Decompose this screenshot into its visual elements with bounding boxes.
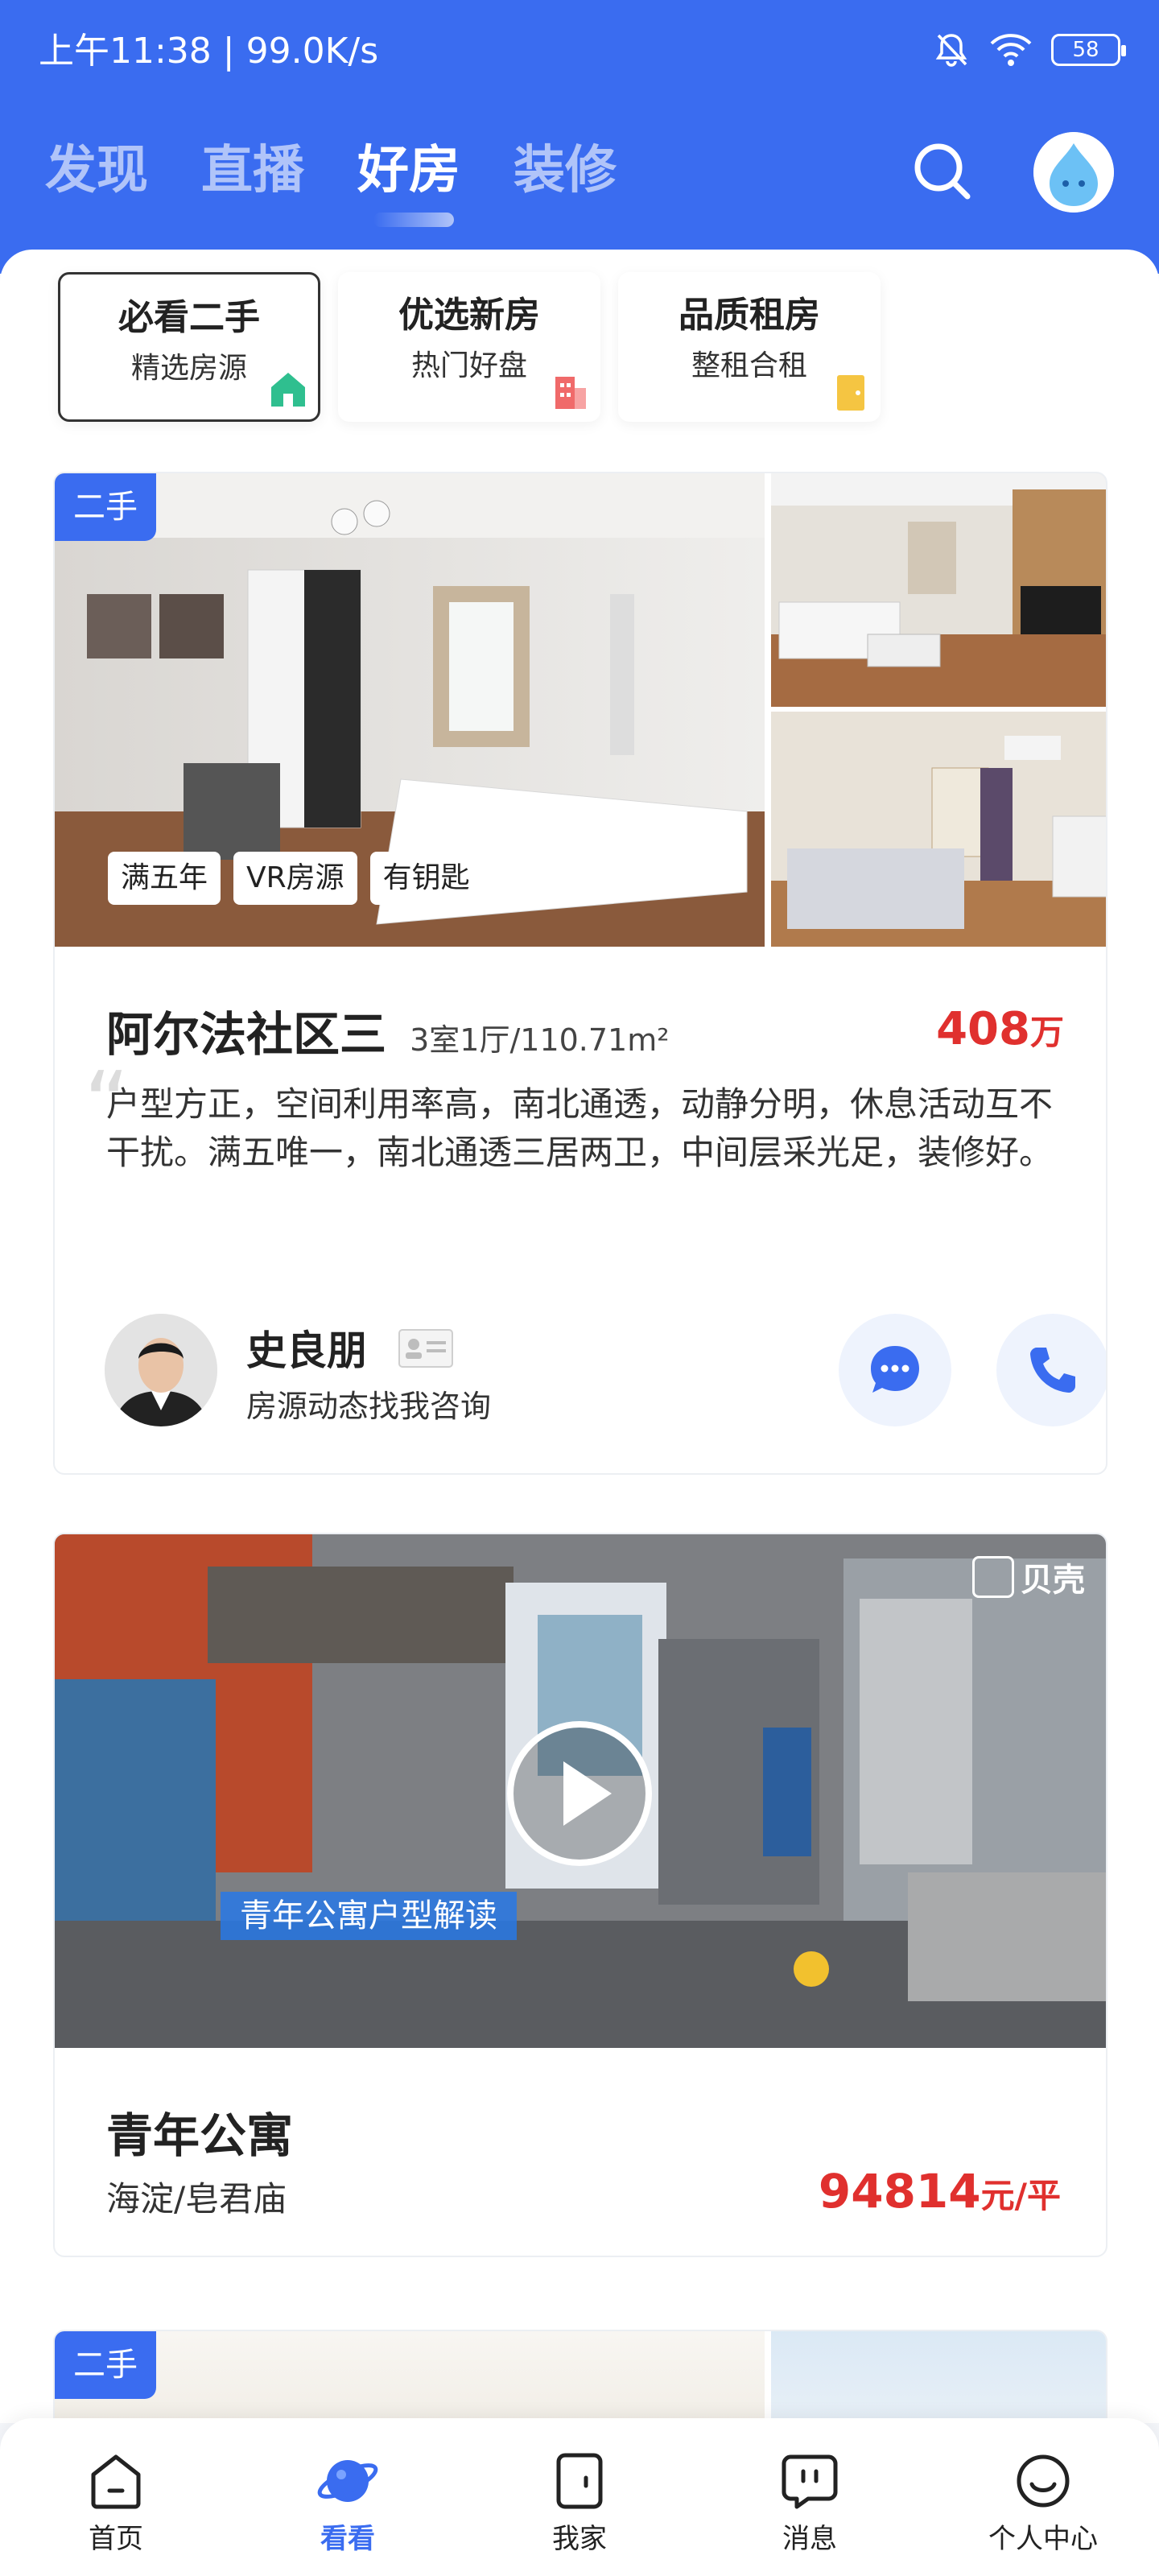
listing-tag: 有钥匙 xyxy=(369,852,483,905)
listing-photo-living-room[interactable] xyxy=(771,473,1106,707)
agent-info: 史良朋 房源动态找我咨询 xyxy=(105,1314,1106,1426)
listing-type-badge: 二手 xyxy=(55,473,156,541)
tab-decoration[interactable]: 装修 xyxy=(514,135,617,206)
nav-profile[interactable]: 个人中心 xyxy=(979,2450,1107,2556)
chat-icon xyxy=(871,1346,919,1393)
tab-live[interactable]: 直播 xyxy=(201,135,304,206)
wifi-icon xyxy=(990,34,1032,66)
house-icon xyxy=(271,373,305,407)
listing-description: 户型方正，空间利用率高，南北通透，动静分明，休息活动互不干扰。满五唯一，南北通透… xyxy=(106,1084,1054,1172)
listing-title-row: 阿尔法社区三 3室1厅/110.71m² 408万 xyxy=(106,997,1064,1062)
nav-label: 看看 xyxy=(320,2523,375,2555)
listing-photo-bedroom[interactable] xyxy=(771,712,1106,947)
quick-entry-title: 优选新房 xyxy=(398,295,540,336)
listing-card[interactable]: 二手 满五年 VR房源 有钥匙 阿尔法社区三 3室1厅/110.71m² 408… xyxy=(53,472,1107,1475)
listing-gallery[interactable]: 二手 满五年 VR房源 有钥匙 xyxy=(55,473,1106,947)
status-bar: 上午11:38 | 99.0K/s 58 xyxy=(39,26,1126,77)
quick-entry-rental[interactable]: 品质租房 整租合租 xyxy=(618,272,881,422)
status-time: 上午11:38 | 99.0K/s xyxy=(39,31,379,72)
listing-spec: 3室1厅/110.71m² xyxy=(410,1022,670,1058)
listing-tags: 满五年 VR房源 有钥匙 xyxy=(108,852,483,905)
business-card-icon[interactable] xyxy=(398,1328,454,1368)
listing-tag: VR房源 xyxy=(233,852,357,905)
quick-entry-title: 品质租房 xyxy=(678,295,820,336)
tab-discover[interactable]: 发现 xyxy=(45,135,148,206)
door-icon xyxy=(556,2453,603,2509)
brand-watermark-text: 贝壳 xyxy=(1021,1562,1085,1599)
building-icon xyxy=(555,377,586,409)
agent-name: 史良朋 xyxy=(246,1327,367,1374)
brand-watermark: 贝壳 xyxy=(972,1554,1085,1600)
nav-messages[interactable]: 消息 xyxy=(745,2450,874,2556)
nav-watch[interactable]: 看看 xyxy=(283,2450,412,2556)
agent-subtitle: 房源动态找我咨询 xyxy=(246,1389,492,1424)
play-icon[interactable] xyxy=(505,1719,654,1868)
home-icon xyxy=(91,2454,141,2509)
nav-home[interactable]: 首页 xyxy=(52,2450,180,2556)
listing-title: 青年公寓 xyxy=(106,2108,294,2163)
call-button[interactable] xyxy=(996,1314,1106,1426)
phone-icon xyxy=(1030,1348,1075,1393)
video-listing-card[interactable]: 青年公寓户型解读 贝壳 青年公寓 海淀/皂君庙 94814元/平 xyxy=(53,1533,1107,2257)
nav-label: 个人中心 xyxy=(988,2523,1098,2555)
quick-entry-second-hand[interactable]: 必看二手 精选房源 xyxy=(58,272,320,422)
avatar-mascot-icon xyxy=(1033,132,1114,213)
user-avatar[interactable] xyxy=(1033,132,1114,213)
nav-label: 我家 xyxy=(552,2523,607,2555)
listing-location: 海淀/皂君庙 xyxy=(106,2179,287,2219)
listing-price-unit: 元/平 xyxy=(980,2176,1061,2215)
profile-icon xyxy=(1017,2454,1070,2508)
quick-entry-new-house[interactable]: 优选新房 热门好盘 xyxy=(338,272,600,422)
listing-price: 408万 xyxy=(936,1003,1064,1055)
content-panel: 必看二手 精选房源 优选新房 热门好盘 品质租房 整租合租 二手 满五年 VR房… xyxy=(0,250,1159,2442)
app-header: 上午11:38 | 99.0K/s 58 发现 直播 好房 装修 xyxy=(0,0,1159,274)
planet-icon xyxy=(317,2460,378,2502)
nav-label: 首页 xyxy=(89,2523,143,2555)
video-player[interactable]: 青年公寓户型解读 贝壳 xyxy=(55,1534,1106,2048)
message-icon xyxy=(782,2454,838,2509)
brand-logo-icon xyxy=(972,1556,1014,1598)
top-tabs: 发现 直播 好房 装修 xyxy=(45,135,617,227)
bottom-nav: 首页 看看 我家 消息 个人中心 xyxy=(0,2418,1159,2576)
quick-entry-title: 必看二手 xyxy=(118,297,260,338)
nav-my-home[interactable]: 我家 xyxy=(515,2450,644,2556)
door-icon xyxy=(837,375,864,411)
agent-avatar[interactable] xyxy=(105,1314,217,1426)
listing-tag: 满五年 xyxy=(108,852,221,905)
battery-icon: 58 xyxy=(1051,34,1126,66)
listing-price: 94814元/平 xyxy=(819,2164,1061,2219)
tab-good-house[interactable]: 好房 xyxy=(357,135,460,227)
search-icon[interactable] xyxy=(911,140,972,201)
listing-price-value: 94814 xyxy=(818,2164,981,2219)
mute-icon xyxy=(935,34,967,67)
nav-label: 消息 xyxy=(782,2523,837,2555)
listing-price-unit: 万 xyxy=(1029,1013,1064,1052)
chat-button[interactable] xyxy=(839,1314,951,1426)
battery-level: 58 xyxy=(1072,38,1099,62)
listing-title: 阿尔法社区三 xyxy=(106,1007,387,1062)
video-caption: 青年公寓户型解读 xyxy=(221,1892,517,1940)
listing-type-badge: 二手 xyxy=(55,2331,156,2399)
quick-entries: 必看二手 精选房源 优选新房 热门好盘 品质租房 整租合租 xyxy=(58,272,881,422)
status-icons: 58 xyxy=(932,31,1126,69)
listing-price-value: 408 xyxy=(936,1003,1030,1055)
